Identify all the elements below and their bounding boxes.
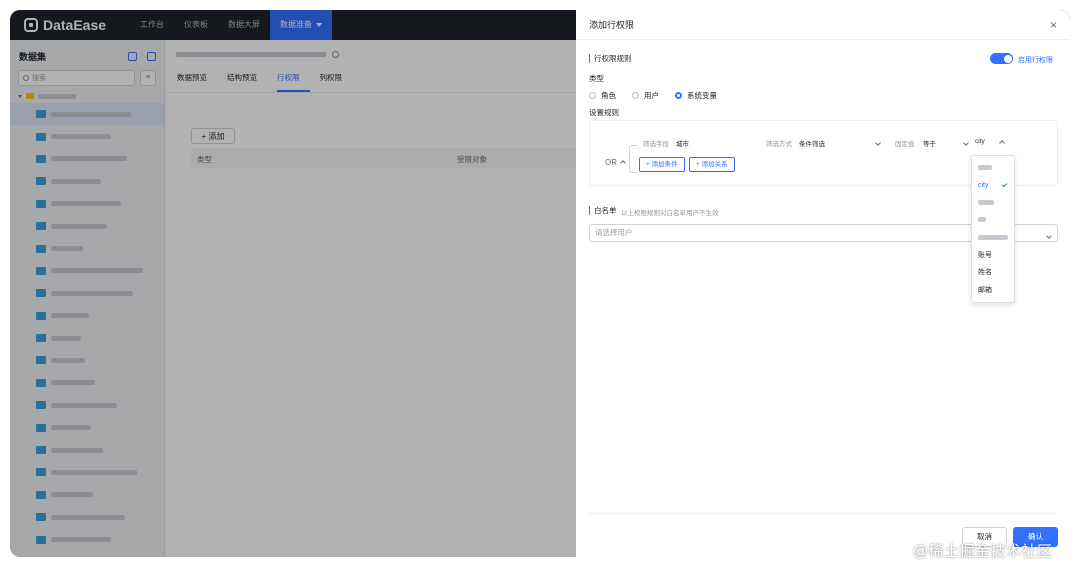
option-label: 邮箱 <box>978 286 992 294</box>
dropdown-option[interactable] <box>972 229 1014 247</box>
condition-row: 筛选字段 城市 筛选方式 条件筛选 固定值 等于 city <box>640 135 1055 149</box>
add-condition-button[interactable]: + 添加条件 <box>639 157 685 172</box>
logic-connector <box>629 145 637 173</box>
dropdown-option[interactable]: 邮箱 <box>972 282 1014 300</box>
drawer-title: 添加行权限 <box>589 20 635 30</box>
enable-row-permission-toggle[interactable] <box>990 53 1013 64</box>
redacted-option <box>978 234 1008 240</box>
filter-mode-label: 筛选方式 <box>766 141 792 148</box>
chevron-down-shape <box>963 140 969 146</box>
filter-field-label: 筛选字段 <box>643 141 669 148</box>
radio-circle <box>632 92 639 99</box>
check-icon <box>1001 181 1008 187</box>
redacted-option <box>978 164 992 170</box>
toggle-label: 启用行权限 <box>1018 57 1053 64</box>
chevron-up-shape <box>999 140 1005 146</box>
radio-system-variable[interactable]: 系统变量 <box>675 90 717 101</box>
variable-select[interactable]: city <box>975 138 985 145</box>
operator-select[interactable]: 等于 <box>923 138 936 148</box>
dropdown-option-selected[interactable]: city <box>972 177 1014 195</box>
redacted-option <box>978 199 994 205</box>
variable-dropdown: city 账号 姓名 邮箱 <box>971 155 1015 303</box>
add-relation-button[interactable]: + 添加关系 <box>689 157 735 172</box>
watermark: @稀土掘金技术社区 <box>913 542 1053 560</box>
filter-field-select[interactable]: 城市 <box>676 138 689 148</box>
chevron-down-shape <box>1046 233 1052 239</box>
rule-section-title: 行权限规则 <box>589 54 632 63</box>
option-label: city <box>978 181 989 189</box>
radio-role[interactable]: 角色 <box>589 90 616 101</box>
logic-value: OR <box>605 158 617 167</box>
type-label: 类型 <box>589 74 604 83</box>
app-window: DataEase 工作台 仪表板 数据大屏 数据准备 数据集 搜索 ≡ 数据预览… <box>10 10 1070 557</box>
dropdown-option[interactable]: 姓名 <box>972 264 1014 282</box>
chevron-down-icon <box>1046 230 1052 246</box>
option-label: 账号 <box>978 251 992 259</box>
dropdown-option[interactable] <box>972 194 1014 212</box>
dropdown-option[interactable]: 账号 <box>972 247 1014 265</box>
whitelist-hint: 以上权限规则对白名单用户不生效 <box>621 210 719 217</box>
logic-selector[interactable]: OR <box>605 158 626 167</box>
radio-user-label: 用户 <box>644 91 659 100</box>
radio-role-label: 角色 <box>601 91 616 100</box>
close-icon[interactable]: × <box>1050 18 1057 32</box>
chevron-up-icon <box>620 160 626 166</box>
dropdown-option[interactable] <box>972 159 1014 177</box>
radio-user[interactable]: 用户 <box>632 90 659 101</box>
option-label: 姓名 <box>978 269 992 276</box>
footer-divider <box>589 513 1058 514</box>
radio-system-variable-label: 系统变量 <box>687 91 717 100</box>
dropdown-option[interactable] <box>972 212 1014 230</box>
fixed-value-label: 固定值 <box>895 141 915 148</box>
radio-circle-selected <box>675 92 682 99</box>
whitelist-placeholder: 请选择用户 <box>595 228 633 237</box>
whitelist-title: 白名单 <box>589 206 617 215</box>
modal-overlay[interactable] <box>10 10 576 557</box>
redacted-option <box>978 217 986 223</box>
chevron-down-shape <box>875 140 881 146</box>
add-row-permission-drawer: 添加行权限 × 行权限规则 启用行权限 类型 角色 用户 系统变量 设置规则 O… <box>576 10 1070 557</box>
filter-mode-select[interactable]: 条件筛选 <box>799 138 825 148</box>
type-radio-group: 角色 用户 系统变量 <box>589 90 717 101</box>
radio-circle <box>589 92 596 99</box>
rules-label: 设置规则 <box>589 108 619 117</box>
